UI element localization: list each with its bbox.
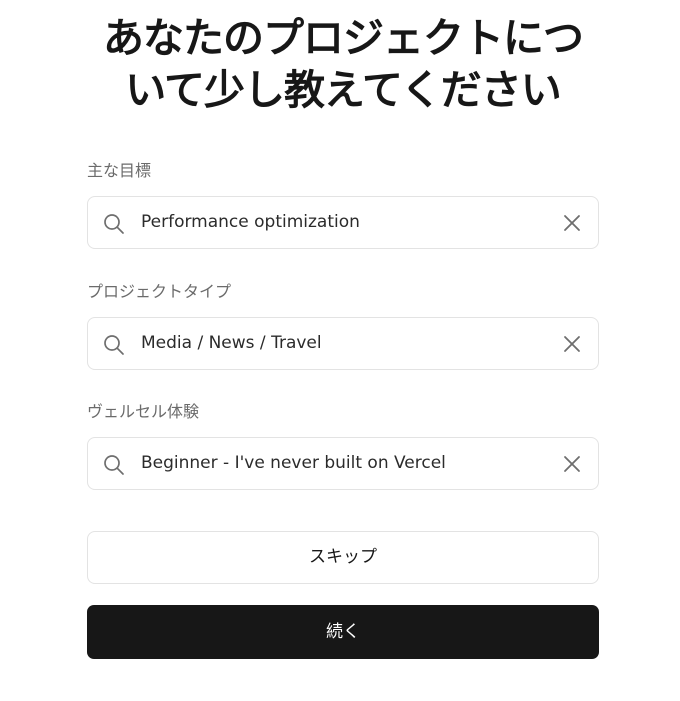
page-title: あなたのプロジェクトにつ いて少し教えてください <box>70 12 616 116</box>
search-icon <box>104 335 124 355</box>
vercel-experience-label: ヴェルセル体験 <box>87 402 200 421</box>
close-icon[interactable] <box>560 332 584 356</box>
continue-button[interactable]: 続く <box>87 605 599 659</box>
vercel-experience-combobox[interactable]: Beginner - I've never built on Vercel <box>87 437 599 490</box>
onboarding-page: あなたのプロジェクトにつ いて少し教えてください 主な目標 Performanc… <box>0 0 680 701</box>
primary-goal-value[interactable]: Performance optimization <box>141 197 360 248</box>
search-icon <box>104 455 124 475</box>
project-type-combobox[interactable]: Media / News / Travel <box>87 317 599 370</box>
primary-goal-label: 主な目標 <box>87 161 152 180</box>
search-icon <box>104 214 124 234</box>
primary-goal-combobox[interactable]: Performance optimization <box>87 196 599 249</box>
page-title-line-1: あなたのプロジェクトにつ <box>103 14 584 62</box>
close-icon[interactable] <box>560 452 584 476</box>
close-icon[interactable] <box>560 211 584 235</box>
vercel-experience-value[interactable]: Beginner - I've never built on Vercel <box>141 438 446 489</box>
project-type-value[interactable]: Media / News / Travel <box>141 318 322 369</box>
project-type-label: プロジェクトタイプ <box>87 282 232 301</box>
page-title-line-2: いて少し教えてください <box>125 66 561 114</box>
skip-button[interactable]: スキップ <box>87 531 599 584</box>
